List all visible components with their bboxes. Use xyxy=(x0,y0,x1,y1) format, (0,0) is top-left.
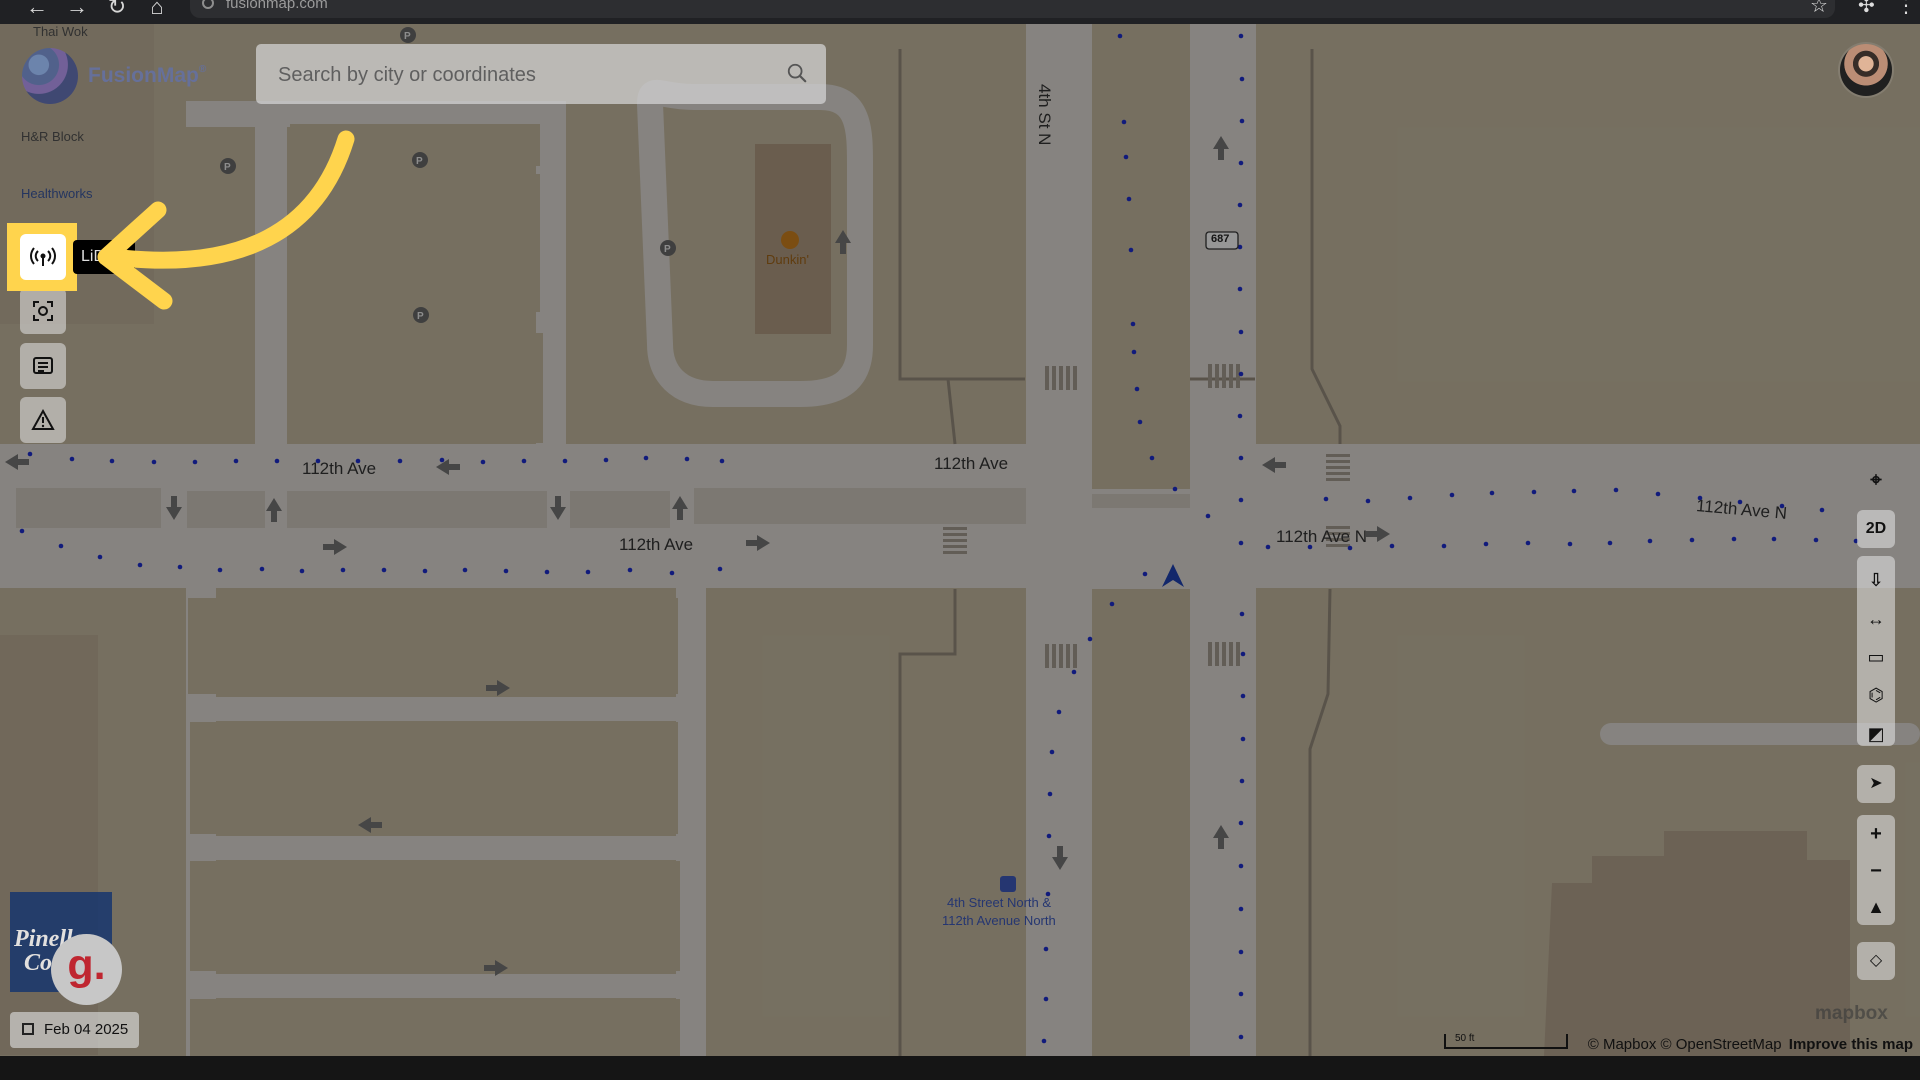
lidar-tooltip: LiD xyxy=(73,240,135,274)
road-label-112th-ave-west: 112th Ave xyxy=(302,459,377,478)
brain-logo-icon xyxy=(22,48,78,104)
search-input[interactable] xyxy=(276,44,780,106)
mapbox-logo: mapbox xyxy=(1815,1003,1888,1024)
reload-icon[interactable]: ↻ xyxy=(104,0,130,24)
message-button[interactable] xyxy=(20,343,66,389)
place-label-healthworks: Healthworks xyxy=(21,186,93,201)
zoom-in-icon[interactable]: + xyxy=(1857,815,1895,853)
magic-location-icon[interactable]: ⌖ xyxy=(1857,461,1895,499)
north-south-road-east xyxy=(1190,24,1256,1056)
site-info-icon[interactable] xyxy=(202,0,214,9)
more-vertical-icon[interactable]: ⋮ xyxy=(1896,0,1916,24)
chart-icon[interactable]: ◩ xyxy=(1857,715,1895,753)
place-label-thai-wok: Thai Wok xyxy=(33,24,88,39)
warning-icon xyxy=(31,408,55,430)
navigation-arrow-icon: ➤ xyxy=(1869,775,1883,792)
road-label-112th-ave-center: 112th Ave xyxy=(934,454,1009,473)
compass-icon[interactable]: ▲ xyxy=(1857,888,1895,926)
road-label-4th-st-n: 4th St N xyxy=(1035,84,1054,146)
calendar-icon xyxy=(22,1023,34,1035)
route-shield-number: 687 xyxy=(1211,233,1230,245)
draw-shape-icon[interactable]: ⌬ xyxy=(1857,676,1895,714)
road-islands xyxy=(16,488,1190,528)
back-icon[interactable]: ← xyxy=(24,0,50,24)
forward-icon[interactable]: → xyxy=(64,0,90,24)
improve-map-link[interactable]: Improve this map xyxy=(1789,1036,1913,1053)
browser-toolbar: ← → ↻ ⌂ fusionmap.com ☆ ✣ ⋮ xyxy=(0,0,1920,24)
lidar-button[interactable] xyxy=(20,234,66,280)
camera-scan-button[interactable] xyxy=(20,288,66,334)
brand-name: FusionMap® xyxy=(88,64,206,88)
date-picker[interactable]: Feb 04 2025 xyxy=(10,1012,139,1048)
user-avatar[interactable] xyxy=(1840,44,1892,96)
bus-stop-label-line1: 4th Street North & xyxy=(947,895,1052,910)
parking-letter: P xyxy=(416,156,423,167)
layers-button[interactable]: ◇ xyxy=(1857,942,1895,980)
road-label-112th-ave-n-center: 112th Ave N xyxy=(1276,527,1368,546)
parking-lane xyxy=(255,101,287,471)
parking-letter: P xyxy=(417,311,424,322)
bus-stop-label-line2: 112th Avenue North xyxy=(942,913,1056,928)
split-view-icon[interactable]: ↔ xyxy=(1857,600,1895,638)
date-value: Feb 04 2025 xyxy=(44,1021,129,1038)
parking-lane xyxy=(186,697,706,721)
map-canvas[interactable]: P P P P P Thai Wok H&R Block Healthworks… xyxy=(0,24,1920,1056)
camera-scan-icon xyxy=(33,301,53,321)
fusionmap-logo[interactable]: FusionMap® xyxy=(22,48,212,104)
view-mode-toggle[interactable]: 2D xyxy=(1857,510,1895,548)
message-icon xyxy=(33,357,53,374)
search-box[interactable] xyxy=(256,44,826,106)
bus-stop-icon[interactable] xyxy=(1000,876,1016,892)
star-icon[interactable]: ☆ xyxy=(1810,0,1828,24)
address-bar[interactable]: fusionmap.com xyxy=(190,0,1835,18)
zoom-out-icon[interactable]: − xyxy=(1857,852,1895,890)
puzzle-icon[interactable]: ✣ xyxy=(1858,0,1875,24)
brand-text: FusionMap xyxy=(88,64,199,87)
home-icon[interactable]: ⌂ xyxy=(144,0,170,24)
bottom-edge xyxy=(0,1056,1920,1080)
search-icon[interactable] xyxy=(786,62,808,84)
registered-mark: ® xyxy=(198,64,207,75)
view-mode-label: 2D xyxy=(1865,520,1887,537)
attribution-text: © Mapbox © OpenStreetMap xyxy=(1587,1036,1782,1053)
download-icon[interactable]: ⇩ xyxy=(1857,561,1895,599)
coffee-icon[interactable] xyxy=(781,231,799,249)
map-scale: 50 ft xyxy=(1444,1034,1568,1049)
place-label-hr-block: H&R Block xyxy=(21,129,84,144)
place-label-dunkin: Dunkin' xyxy=(766,252,809,267)
parking-letter: P xyxy=(404,31,411,42)
locate-button[interactable]: ➤ xyxy=(1857,765,1895,803)
parking-lane xyxy=(186,836,706,860)
road-label-112th-ave-south: 112th Ave xyxy=(619,535,694,554)
parking-letter: P xyxy=(664,244,671,255)
map-attribution: © Mapbox © OpenStreetMap Improve this ma… xyxy=(1588,1036,1913,1053)
g-badge-logo[interactable]: g. xyxy=(51,934,122,1005)
address-text: fusionmap.com xyxy=(226,0,328,12)
parking-letter: P xyxy=(224,162,231,173)
ruler-icon[interactable]: ▭ xyxy=(1857,638,1895,676)
parking-lane xyxy=(186,974,706,998)
warning-button[interactable] xyxy=(20,397,66,443)
broadcast-icon xyxy=(30,247,56,266)
layers-icon: ◇ xyxy=(1869,952,1883,969)
